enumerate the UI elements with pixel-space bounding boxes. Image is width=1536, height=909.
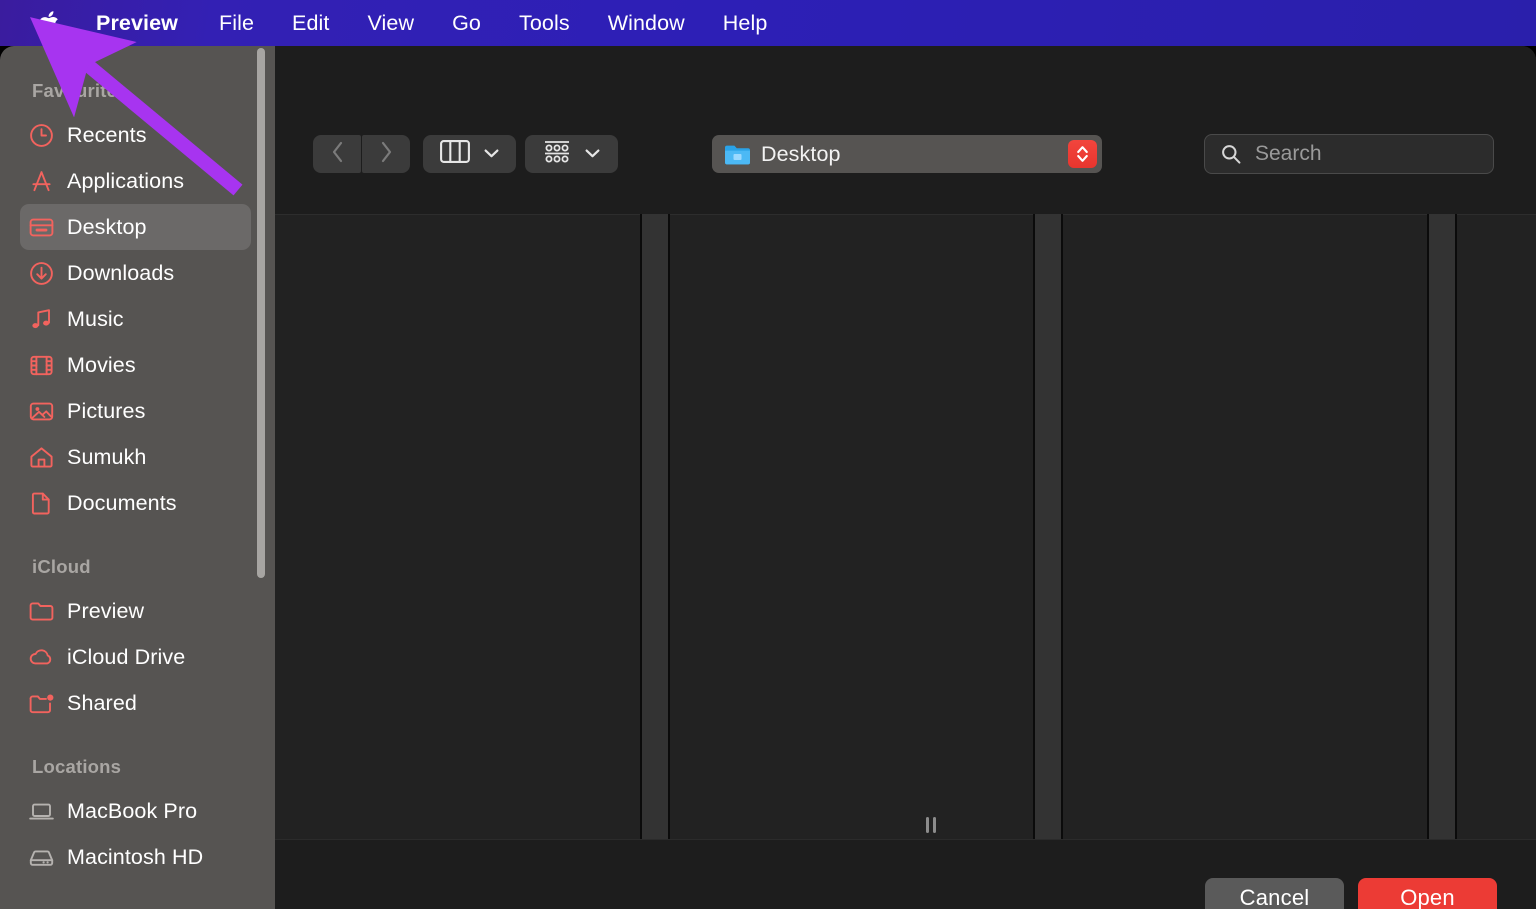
menu-bar: Preview File Edit View Go Tools Window H… bbox=[0, 0, 1536, 46]
forward-button[interactable] bbox=[362, 135, 410, 173]
chevron-down-icon bbox=[484, 145, 499, 163]
menu-item-view[interactable]: View bbox=[348, 0, 433, 46]
back-button[interactable] bbox=[313, 135, 361, 173]
sidebar-list[interactable]: Favourites Recents Applications Desktop Down… bbox=[0, 46, 275, 909]
browser-column-1[interactable] bbox=[275, 214, 640, 839]
column-browser bbox=[275, 214, 1536, 839]
column-resize-grip-icon[interactable] bbox=[923, 816, 939, 834]
sidebar-item-macbook-pro[interactable]: MacBook Pro bbox=[20, 788, 251, 834]
sidebar-item-label: Shared bbox=[67, 691, 137, 716]
sidebar-item-desktop[interactable]: Desktop bbox=[20, 204, 251, 250]
apple-logo-icon bbox=[36, 9, 60, 37]
chevron-left-icon bbox=[331, 141, 344, 168]
search-placeholder: Search bbox=[1255, 142, 1322, 166]
open-file-dialog: Favourites Recents Applications Desktop Down… bbox=[0, 46, 1536, 909]
view-mode-button[interactable] bbox=[423, 135, 516, 173]
browser-column-3[interactable] bbox=[1063, 214, 1428, 839]
sidebar-item-preview[interactable]: Preview bbox=[20, 588, 251, 634]
sidebar-item-recents[interactable]: Recents bbox=[20, 112, 251, 158]
browser-column-2[interactable] bbox=[670, 214, 1033, 839]
cancel-button[interactable]: Cancel bbox=[1205, 878, 1344, 909]
folder-icon bbox=[26, 596, 56, 626]
apple-menu-button[interactable] bbox=[0, 9, 96, 37]
sidebar-section-header-locations: Locations bbox=[0, 752, 275, 788]
sidebar-item-label: Recents bbox=[67, 123, 147, 148]
cloud-icon bbox=[26, 642, 56, 672]
search-icon bbox=[1221, 144, 1241, 164]
group-by-button[interactable] bbox=[525, 135, 618, 173]
harddisk-icon bbox=[26, 842, 56, 872]
sidebar-item-label: Preview bbox=[67, 599, 144, 624]
sidebar-item-label: Desktop bbox=[67, 215, 147, 240]
path-popup-button[interactable]: Desktop bbox=[712, 135, 1102, 173]
sidebar-item-label: Applications bbox=[67, 169, 184, 194]
sidebar-item-movies[interactable]: Movies bbox=[20, 342, 251, 388]
menu-item-help[interactable]: Help bbox=[704, 0, 787, 46]
group-by-icon bbox=[543, 140, 571, 169]
menu-item-preview[interactable]: Preview bbox=[96, 0, 200, 46]
blue-folder-icon bbox=[724, 143, 751, 166]
sidebar-section-gap bbox=[0, 726, 275, 752]
column-resize-divider-2[interactable] bbox=[1035, 214, 1061, 839]
sidebar-item-label: Macintosh HD bbox=[67, 845, 203, 870]
column-resize-divider-1[interactable] bbox=[642, 214, 668, 839]
menu-item-tools[interactable]: Tools bbox=[500, 0, 589, 46]
sidebar-item-sumukh[interactable]: Sumukh bbox=[20, 434, 251, 480]
menu-item-window[interactable]: Window bbox=[589, 0, 704, 46]
sidebar-item-label: Movies bbox=[67, 353, 136, 378]
music-note-icon bbox=[26, 304, 56, 334]
sidebar-item-label: Downloads bbox=[67, 261, 174, 286]
sidebar-item-label: Documents bbox=[67, 491, 177, 516]
menu-item-go[interactable]: Go bbox=[433, 0, 500, 46]
download-circle-icon bbox=[26, 258, 56, 288]
dialog-content: Desktop Search bbox=[275, 46, 1536, 909]
sidebar-item-label: Music bbox=[67, 307, 124, 332]
menu-item-file[interactable]: File bbox=[200, 0, 273, 46]
toolbar: Desktop Search bbox=[275, 46, 1536, 154]
sidebar-item-applications[interactable]: Applications bbox=[20, 158, 251, 204]
clock-icon bbox=[26, 120, 56, 150]
column-resize-divider-3[interactable] bbox=[1429, 214, 1455, 839]
path-label: Desktop bbox=[761, 142, 841, 167]
sidebar-item-music[interactable]: Music bbox=[20, 296, 251, 342]
column-view-icon bbox=[440, 140, 470, 168]
document-icon bbox=[26, 488, 56, 518]
sidebar-item-label: Sumukh bbox=[67, 445, 146, 470]
sidebar-item-pictures[interactable]: Pictures bbox=[20, 388, 251, 434]
chevron-right-icon bbox=[380, 141, 393, 168]
chevron-down-icon bbox=[585, 145, 600, 163]
sidebar-item-shared[interactable]: Shared bbox=[20, 680, 251, 726]
menu-item-edit[interactable]: Edit bbox=[273, 0, 348, 46]
desktop-icon bbox=[26, 212, 56, 242]
sidebar-scrollbar-thumb[interactable] bbox=[257, 48, 265, 578]
sidebar-item-downloads[interactable]: Downloads bbox=[20, 250, 251, 296]
screen: Preview File Edit View Go Tools Window H… bbox=[0, 0, 1536, 909]
sidebar-section-header-icloud: iCloud bbox=[0, 552, 275, 588]
sidebar-item-label: iCloud Drive bbox=[67, 645, 185, 670]
film-icon bbox=[26, 350, 56, 380]
home-icon bbox=[26, 442, 56, 472]
laptop-icon bbox=[26, 796, 56, 826]
sidebar-item-macintosh-hd[interactable]: Macintosh HD bbox=[20, 834, 251, 880]
app-store-icon bbox=[26, 166, 56, 196]
sidebar-item-documents[interactable]: Documents bbox=[20, 480, 251, 526]
sidebar-section-gap bbox=[0, 526, 275, 552]
dialog-footer bbox=[275, 839, 1536, 909]
search-field[interactable]: Search bbox=[1204, 134, 1494, 174]
photo-icon bbox=[26, 396, 56, 426]
open-button[interactable]: Open bbox=[1358, 878, 1497, 909]
sidebar-item-icloud-drive[interactable]: iCloud Drive bbox=[20, 634, 251, 680]
sidebar: Favourites Recents Applications Desktop Down… bbox=[0, 46, 275, 909]
sidebar-section-header-favourites: Favourites bbox=[0, 76, 275, 112]
sidebar-item-label: Pictures bbox=[67, 399, 145, 424]
browser-column-4[interactable] bbox=[1457, 214, 1536, 839]
path-stepper-icon[interactable] bbox=[1068, 140, 1097, 168]
sidebar-item-label: MacBook Pro bbox=[67, 799, 197, 824]
shared-folder-icon bbox=[26, 688, 56, 718]
